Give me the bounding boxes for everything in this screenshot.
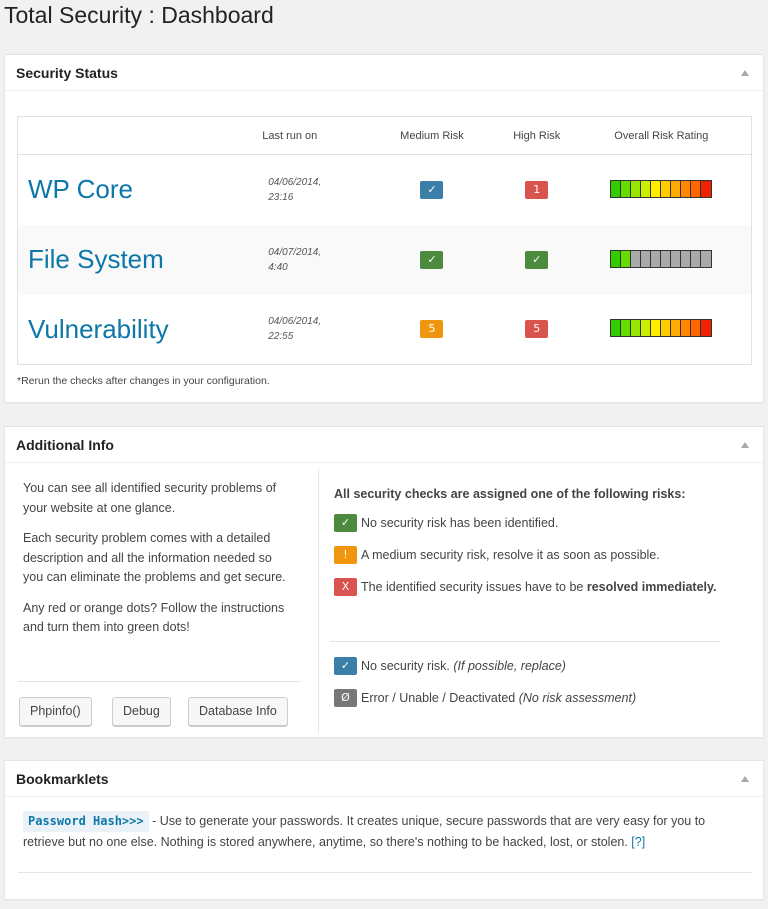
risk-segment xyxy=(611,320,622,337)
check-icon: ✓ xyxy=(334,657,357,675)
risk-rating-bar xyxy=(610,179,713,198)
risk-segment xyxy=(621,320,632,337)
status-table: Last run on Medium Risk High Risk Overal… xyxy=(17,116,752,365)
last-run-date: 04/07/2014, xyxy=(268,246,322,258)
last-run-time: 23:16 xyxy=(268,191,294,203)
divider xyxy=(18,681,301,682)
password-hash-bookmarklet[interactable]: Password Hash>>> xyxy=(23,811,149,832)
risk-segment xyxy=(691,180,702,197)
additional-info-box: Additional Info You can see all identifi… xyxy=(4,426,764,738)
legend-item: X The identified security issues have to… xyxy=(334,578,734,596)
divider xyxy=(330,641,720,642)
legend-item: ✓ No security risk. (If possible, replac… xyxy=(334,657,734,675)
warning-icon: ! xyxy=(334,546,357,564)
table-row: Vulnerability 04/06/2014, 22:55 5 5 xyxy=(18,295,752,365)
additional-info-header[interactable]: Additional Info xyxy=(5,427,763,463)
security-status-header[interactable]: Security Status xyxy=(5,55,763,91)
collapse-arrow-icon[interactable] xyxy=(741,775,749,782)
risk-segment xyxy=(651,320,662,337)
col-last-run: Last run on xyxy=(262,116,363,155)
additional-info-title: Additional Info xyxy=(16,436,114,453)
security-status-title: Security Status xyxy=(16,64,118,81)
phpinfo-button[interactable]: Phpinfo() xyxy=(19,697,92,726)
info-paragraph: You can see all identified security prob… xyxy=(23,481,277,515)
risk-segment xyxy=(641,320,652,337)
risk-segment xyxy=(691,320,702,337)
last-run-date: 04/06/2014, xyxy=(268,176,322,188)
high-risk-badge: 5 xyxy=(525,320,549,339)
legend-item: ✓ No security risk has been identified. xyxy=(334,514,734,532)
info-paragraph: Any red or orange dots? Follow the instr… xyxy=(23,600,285,635)
risk-segment xyxy=(671,320,682,337)
risk-segment xyxy=(691,250,702,267)
risk-segment xyxy=(681,180,692,197)
table-row: File System 04/07/2014, 4:40 ✓ ✓ xyxy=(17,224,752,295)
help-link[interactable]: [?] xyxy=(631,835,645,849)
risk-segment xyxy=(641,250,652,267)
null-icon: Ø xyxy=(334,689,357,707)
divider xyxy=(18,872,752,873)
col-medium-risk: Medium Risk xyxy=(362,116,502,155)
rerun-note: *Rerun the checks after changes in your … xyxy=(17,375,270,387)
risk-segment xyxy=(621,250,632,267)
medium-risk-badge: 5 xyxy=(420,320,444,339)
risk-rating-bar xyxy=(610,249,713,268)
risk-segment xyxy=(701,250,712,267)
status-table-header: Last run on Medium Risk High Risk Overal… xyxy=(17,116,752,155)
risk-segment xyxy=(701,320,712,337)
risk-segment xyxy=(641,180,652,197)
risk-segment xyxy=(631,250,642,267)
collapse-arrow-icon[interactable] xyxy=(741,441,749,448)
debug-button[interactable]: Debug xyxy=(112,697,171,726)
risk-segment xyxy=(661,320,672,337)
info-paragraph: Each security problem comes with a detai… xyxy=(23,531,286,584)
info-description: You can see all identified security prob… xyxy=(23,479,293,649)
col-overall-rating: Overall Risk Rating xyxy=(571,116,752,155)
risk-segment xyxy=(631,180,642,197)
table-row: WP Core 04/06/2014, 23:16 ✓ 1 xyxy=(18,155,752,225)
risk-segment xyxy=(661,180,672,197)
legend-item: Ø Error / Unable / Deactivated (No risk … xyxy=(334,689,734,707)
col-high-risk: High Risk xyxy=(501,116,572,155)
risk-segment xyxy=(621,180,632,197)
legend-item: ! A medium security risk, resolve it as … xyxy=(334,546,734,564)
collapse-arrow-icon[interactable] xyxy=(741,69,749,76)
risk-segment xyxy=(661,250,672,267)
risk-legend-secondary: ✓ No security risk. (If possible, replac… xyxy=(334,657,734,721)
page-title: Total Security : Dashboard xyxy=(4,2,274,28)
check-vulnerability-link[interactable]: Vulnerability xyxy=(18,314,169,344)
database-info-button[interactable]: Database Info xyxy=(188,697,288,726)
last-run-time: 4:40 xyxy=(268,261,288,273)
last-run-date: 04/06/2014, xyxy=(268,316,322,328)
risk-rating-bar xyxy=(610,319,713,338)
medium-risk-badge: ✓ xyxy=(420,180,444,199)
risk-segment xyxy=(701,180,712,197)
high-risk-badge: ✓ xyxy=(525,250,549,269)
bookmarklets-box: Bookmarklets Password Hash>>> - Use to g… xyxy=(4,760,764,900)
risk-segment xyxy=(671,250,682,267)
bookmarklets-title: Bookmarklets xyxy=(16,770,109,787)
risk-segment xyxy=(671,180,682,197)
error-x-icon: X xyxy=(334,578,357,596)
last-run-time: 22:55 xyxy=(268,331,294,343)
risk-segment xyxy=(681,320,692,337)
check-icon: ✓ xyxy=(334,514,357,532)
medium-risk-badge: ✓ xyxy=(420,250,444,269)
bookmarklets-header[interactable]: Bookmarklets xyxy=(5,761,763,797)
legend-title: All security checks are assigned one of … xyxy=(334,487,686,501)
risk-segment xyxy=(681,250,692,267)
risk-segment xyxy=(631,320,642,337)
risk-segment xyxy=(611,180,622,197)
check-wp-core-link[interactable]: WP Core xyxy=(18,174,133,204)
risk-segment xyxy=(651,180,662,197)
risk-segment xyxy=(611,250,622,267)
security-status-box: Security Status Last run on Medium Risk … xyxy=(4,54,764,403)
high-risk-badge: 1 xyxy=(525,180,549,199)
risk-segment xyxy=(651,250,662,267)
divider xyxy=(318,469,319,733)
check-file-system-link[interactable]: File System xyxy=(18,244,164,274)
risk-legend: All security checks are assigned one of … xyxy=(334,479,734,610)
bookmarklet-description: Password Hash>>> - Use to generate your … xyxy=(23,811,745,853)
